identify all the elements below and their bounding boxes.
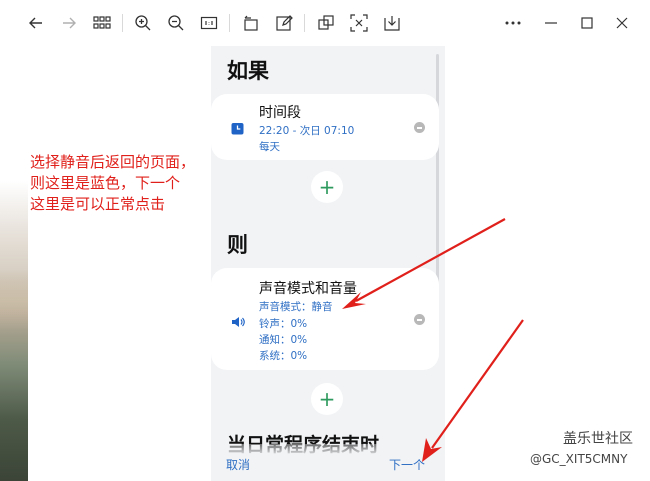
rotate-icon[interactable] [240,12,262,34]
alarm-clock-icon [231,120,244,139]
watermark-user: @GC_XIT5CMNY [530,452,628,466]
then-section-title: 则 [227,233,248,257]
bottom-action-bar: 取消 下一个 [211,444,445,481]
back-arrow-icon[interactable] [25,12,47,34]
remove-condition-icon[interactable] [414,122,425,133]
repeat-days: 每天 [259,141,280,153]
next-button[interactable]: 下一个 [389,456,425,473]
toolbar-divider [229,14,230,32]
add-condition-button[interactable]: + [311,171,343,203]
sound-mode-card[interactable]: 声音模式和音量 声音模式：静音 铃声：0% 通知：0% 系统：0% [211,268,439,370]
copy-icon[interactable] [315,12,337,34]
edit-icon[interactable] [273,12,295,34]
zoom-out-icon[interactable] [165,12,187,34]
time-range: 22:20 - 次日 07:10 [259,125,355,137]
minimize-icon[interactable] [540,12,562,34]
ringtone-volume: 铃声：0% [259,318,308,330]
annotation-line: 则这里是蓝色，下一个 [30,174,181,192]
save-icon[interactable] [381,12,403,34]
close-icon[interactable] [611,12,633,34]
if-section-title: 如果 [227,59,269,83]
speaker-icon [231,313,245,332]
grid-icon[interactable] [91,12,113,34]
notification-volume: 通知：0% [259,334,308,346]
annotation-text: 选择静音后返回的页面， 则这里是蓝色，下一个 这里是可以正常点击 [30,152,260,215]
forward-arrow-icon[interactable] [58,12,80,34]
annotation-line: 选择静音后返回的页面， [30,153,196,171]
remove-action-icon[interactable] [414,314,425,325]
zoom-in-icon[interactable] [132,12,154,34]
time-period-card[interactable]: 时间段 22:20 - 次日 07:10 每天 [211,94,439,160]
fit-screen-icon[interactable] [348,12,370,34]
toolbar-divider [304,14,305,32]
toolbar-divider [122,14,123,32]
more-icon[interactable] [502,12,524,34]
sound-mode-name: 声音模式和音量 [259,281,357,297]
time-period-name: 时间段 [259,105,301,121]
maximize-icon[interactable] [576,12,598,34]
actual-size-icon[interactable] [198,12,220,34]
system-volume: 系统：0% [259,350,308,362]
image-viewer-toolbar [0,0,650,46]
desktop-wallpaper [0,40,28,481]
add-action-button[interactable]: + [311,383,343,415]
sound-mode-value: 声音模式：静音 [259,301,333,313]
cancel-button[interactable]: 取消 [226,456,250,473]
phone-screenshot: 如果 时间段 22:20 - 次日 07:10 每天 + 则 声音模式和音量 声… [211,46,445,481]
watermark-site: 盖乐世社区 [563,431,633,447]
annotation-line: 这里是可以正常点击 [30,195,166,213]
